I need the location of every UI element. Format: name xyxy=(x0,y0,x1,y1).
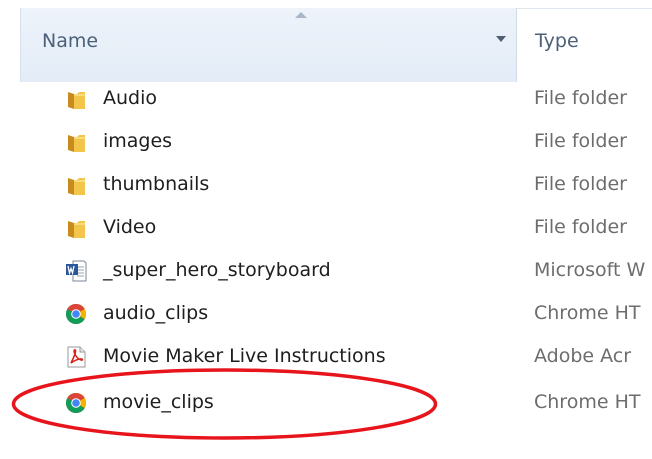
chrome-icon xyxy=(66,304,86,324)
folder-icon xyxy=(68,92,85,109)
file-type: File folder xyxy=(534,216,627,238)
file-name: Video xyxy=(103,216,157,238)
file-type: File folder xyxy=(534,87,627,109)
word-document-icon xyxy=(66,260,87,282)
file-type: Chrome HT xyxy=(534,391,641,413)
file-type: Microsoft W xyxy=(534,259,646,281)
folder-icon xyxy=(68,135,85,152)
file-type: Adobe Acr xyxy=(534,345,632,367)
file-type: Chrome HT xyxy=(534,302,641,324)
file-name: images xyxy=(103,130,173,152)
file-name: _super_hero_storyboard xyxy=(103,259,331,281)
file-name: Audio xyxy=(103,87,158,109)
file-name: thumbnails xyxy=(103,173,210,195)
type-column-header[interactable]: Type xyxy=(535,30,579,52)
file-row-audio-clips[interactable]: audio_clips Chrome HT xyxy=(0,292,652,335)
sort-ascending-icon xyxy=(295,12,307,18)
folder-icon xyxy=(68,178,85,195)
column-header-bar: Name Type xyxy=(0,0,652,82)
name-column-label: Name xyxy=(42,30,99,52)
file-row-audio[interactable]: Audio File folder xyxy=(0,77,652,120)
pdf-icon xyxy=(67,346,86,368)
file-row-video[interactable]: Video File folder xyxy=(0,206,652,249)
file-type: File folder xyxy=(534,173,627,195)
file-row-thumbnails[interactable]: thumbnails File folder xyxy=(0,163,652,206)
file-type: File folder xyxy=(534,130,627,152)
chrome-icon xyxy=(66,393,86,413)
file-name: audio_clips xyxy=(103,302,209,324)
file-row-super-hero-storyboard[interactable]: _super_hero_storyboard Microsoft W xyxy=(0,249,652,292)
file-row-images[interactable]: images File folder xyxy=(0,120,652,163)
column-filter-dropdown-icon[interactable] xyxy=(496,36,506,42)
file-name: movie_clips xyxy=(103,391,214,413)
file-row-movie-maker-instructions[interactable]: Movie Maker Live Instructions Adobe Acr xyxy=(0,335,652,378)
file-name: Movie Maker Live Instructions xyxy=(103,345,386,367)
file-row-movie-clips[interactable]: movie_clips Chrome HT xyxy=(0,381,652,424)
folder-icon xyxy=(68,221,85,238)
